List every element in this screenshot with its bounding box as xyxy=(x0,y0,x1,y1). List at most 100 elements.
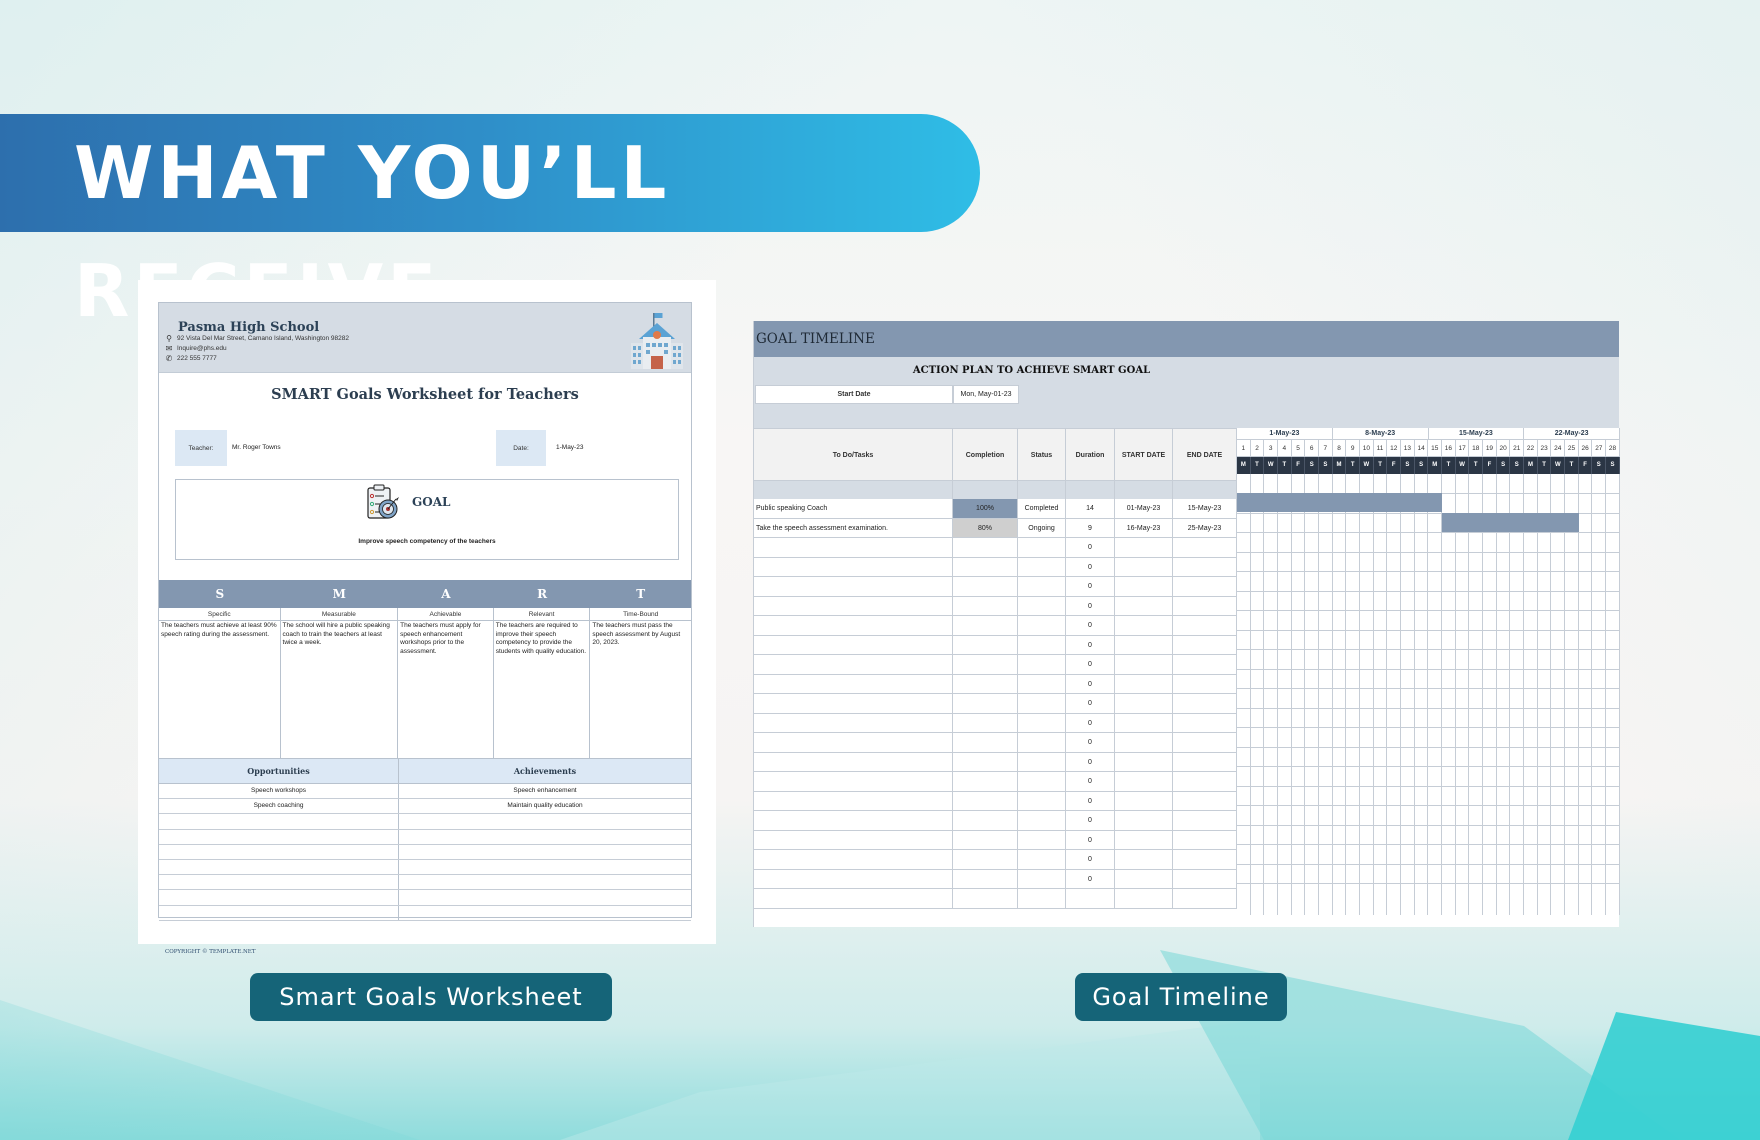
calendar-day-number: 14 xyxy=(1415,440,1429,456)
task-cell xyxy=(754,694,953,713)
gantt-row-line xyxy=(1237,844,1620,845)
teacher-label: Teacher: xyxy=(175,430,227,466)
smart-column-text: The school will hire a public speaking c… xyxy=(282,622,390,647)
duration-cell: 9 xyxy=(1066,518,1115,537)
task-row: 0 xyxy=(754,791,1237,811)
smart-letter: A xyxy=(441,587,451,601)
gantt-bar xyxy=(1442,512,1579,532)
achievement-cell xyxy=(399,860,691,874)
location-pin-icon: ⚲ xyxy=(166,334,172,343)
gantt-gridline xyxy=(1401,474,1415,915)
smart-column-text: The teachers are required to improve the… xyxy=(495,622,587,655)
start-date-cell xyxy=(1115,713,1173,732)
task-row: 0 xyxy=(754,850,1237,870)
end-date-cell xyxy=(1173,674,1237,693)
smart-column-title: Time-Bound xyxy=(590,608,692,621)
calendar-weekday: S xyxy=(1305,457,1320,474)
task-row xyxy=(754,889,1237,909)
smart-columns: Specific The teachers must achieve at le… xyxy=(159,608,692,758)
achievement-cell xyxy=(399,830,691,844)
email-text: Inquire@phs.edu xyxy=(177,345,227,352)
gantt-gridline xyxy=(1278,474,1292,915)
calendar-weekday-row: MTWTFSSMTWTFSSMTWTFSSMTWTFSS xyxy=(1237,457,1620,474)
completion-cell xyxy=(953,752,1018,771)
calendar-weekday: T xyxy=(1565,457,1579,474)
title-banner: WHAT YOU’LL RECEIVE xyxy=(0,114,980,333)
smart-column-measurable: Measurable The school will hire a public… xyxy=(280,608,399,758)
end-date-cell xyxy=(1173,869,1237,888)
duration-cell: 0 xyxy=(1066,752,1115,771)
duration-cell: 0 xyxy=(1066,616,1115,635)
gantt-bar xyxy=(1237,493,1443,512)
start-date-cell xyxy=(1115,616,1173,635)
header-band-row xyxy=(754,480,1237,499)
phone-line: ✆ 222 555 7777 xyxy=(165,354,217,363)
worksheet-preview: Pasma High School ⚲ 92 Vista Del Mar Str… xyxy=(138,280,716,955)
end-date-cell xyxy=(1173,557,1237,576)
task-cell xyxy=(754,733,953,752)
band-cell xyxy=(1018,481,1066,499)
opportunity-achievement-row: Speech coaching Maintain quality educatio… xyxy=(159,799,691,815)
task-row: 0 xyxy=(754,655,1237,675)
gantt-gridline xyxy=(1319,474,1333,915)
start-date-cell xyxy=(1115,811,1173,830)
calendar-day-number: 2 xyxy=(1251,440,1265,456)
school-building-icon xyxy=(631,313,683,369)
task-row: 0 xyxy=(754,733,1237,753)
start-date-cell xyxy=(1115,733,1173,752)
opportunity-cell xyxy=(159,875,399,890)
gantt-row-line xyxy=(1237,610,1620,611)
completion-cell xyxy=(953,616,1018,635)
end-date-cell xyxy=(1173,811,1237,830)
gantt-gridline xyxy=(1292,474,1306,915)
duration-cell xyxy=(1066,889,1115,908)
calendar-day-number: 8 xyxy=(1333,440,1347,456)
opportunity-achievement-row xyxy=(159,890,691,906)
completion-cell xyxy=(953,830,1018,849)
completion-cell xyxy=(953,791,1018,810)
status-cell: Completed xyxy=(1018,499,1066,518)
duration-cell: 0 xyxy=(1066,811,1115,830)
gantt-row-line xyxy=(1237,727,1620,728)
school-name: Pasma High School xyxy=(178,320,320,335)
gantt-row-line xyxy=(1237,551,1620,553)
task-row: 0 xyxy=(754,772,1237,792)
band-cell xyxy=(1173,481,1237,499)
calendar-weekday: M xyxy=(1333,457,1347,474)
gantt-gridline xyxy=(1387,474,1402,915)
task-cell xyxy=(754,772,953,791)
calendar-weekday: S xyxy=(1319,457,1333,474)
calendar-weekday: T xyxy=(1278,457,1292,474)
status-cell xyxy=(1018,557,1066,576)
smart-column-specific: Specific The teachers must achieve at le… xyxy=(159,608,281,758)
task-row: 0 xyxy=(754,596,1237,616)
start-date-cell xyxy=(1115,635,1173,654)
status-cell xyxy=(1018,713,1066,732)
calendar-weekday: F xyxy=(1387,457,1402,474)
opportunity-achievement-row xyxy=(159,875,691,891)
calendar-day-number: 6 xyxy=(1305,440,1320,456)
end-date-cell xyxy=(1173,635,1237,654)
task-cell xyxy=(754,616,953,635)
duration-cell: 0 xyxy=(1066,791,1115,810)
calendar-day-number: 11 xyxy=(1374,440,1388,456)
completion-cell xyxy=(953,655,1018,674)
column-header: Status xyxy=(1018,429,1066,481)
task-row: 0 xyxy=(754,752,1237,772)
task-row: 0 xyxy=(754,577,1237,597)
task-cell xyxy=(754,674,953,693)
gantt-gridline xyxy=(1360,474,1374,915)
start-date-cell xyxy=(1115,577,1173,596)
task-row: 0 xyxy=(754,635,1237,655)
task-cell: Public speaking Coach xyxy=(754,499,953,518)
calendar-day-number: 22 xyxy=(1524,440,1538,456)
calendar-day-number: 12 xyxy=(1387,440,1402,456)
gantt-gridline xyxy=(1415,474,1429,915)
status-cell xyxy=(1018,655,1066,674)
calendar-week-label: 1-May-23 xyxy=(1237,428,1333,439)
duration-cell: 0 xyxy=(1066,694,1115,713)
status-cell xyxy=(1018,635,1066,654)
opportunity-cell xyxy=(159,844,399,859)
calendar-day-number: 27 xyxy=(1592,440,1607,456)
gantt-gridline xyxy=(1264,474,1279,915)
